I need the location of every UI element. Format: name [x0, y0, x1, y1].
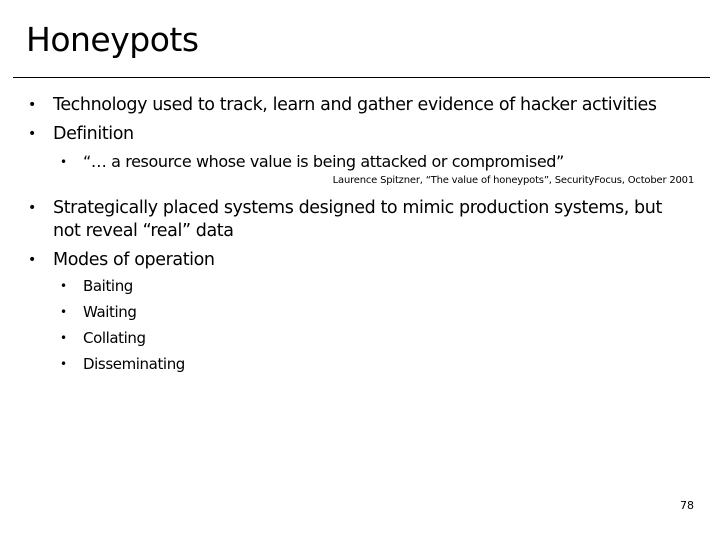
mode-baiting: Baiting: [83, 277, 133, 295]
bullet-text: Definition: [53, 124, 134, 144]
mode-waiting: Waiting: [83, 303, 137, 321]
bullet-text-continuation: not reveal “real” data: [53, 221, 234, 241]
bullet-icon: •: [60, 357, 67, 371]
bullet-icon: •: [28, 126, 36, 142]
bullet-icon: •: [28, 200, 36, 216]
mode-disseminating: Disseminating: [83, 355, 185, 373]
mode-collating: Collating: [83, 329, 146, 347]
bullet-icon: •: [28, 97, 36, 113]
bullet-icon: •: [60, 155, 67, 169]
bullet-text: Technology used to track, learn and gath…: [53, 95, 657, 115]
title-divider: [13, 77, 710, 78]
bullet-icon: •: [60, 305, 67, 319]
bullet-icon: •: [60, 331, 67, 345]
bullet-icon: •: [60, 279, 67, 293]
page-number: 78: [680, 499, 694, 512]
citation: Laurence Spitzner, “The value of honeypo…: [332, 175, 695, 186]
bullet-text: Modes of operation: [53, 250, 215, 270]
bullet-text: Strategically placed systems designed to…: [53, 198, 662, 218]
slide-title: Honeypots: [26, 20, 199, 59]
definition-quote: “… a resource whose value is being attac…: [83, 152, 564, 171]
bullet-icon: •: [28, 252, 36, 268]
